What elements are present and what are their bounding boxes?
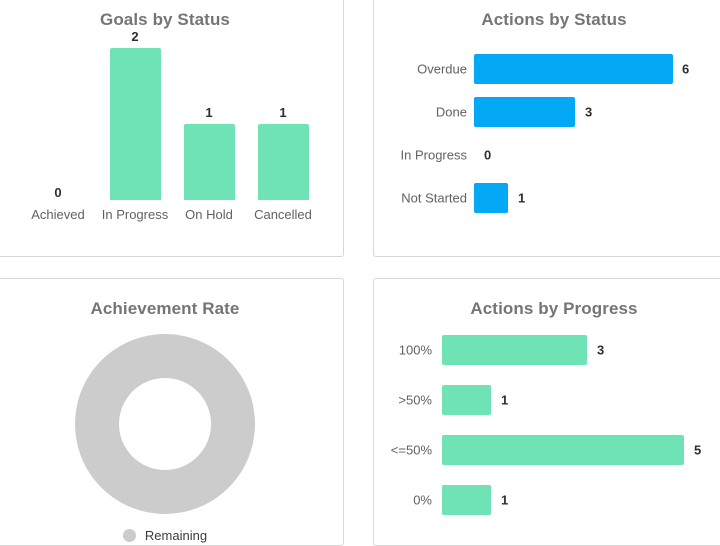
achievement-rate-chart: Remaining <box>0 279 343 545</box>
bar-value-done: 3 <box>585 105 592 120</box>
bar-label-in-progress: In Progress <box>98 207 172 222</box>
bar-lte50[interactable] <box>442 435 684 465</box>
card-goals-by-status: Goals by Status 0 Achieved 2 In Progress <box>0 0 344 257</box>
bar-label-gt50: >50% <box>374 393 432 408</box>
bar-in-progress[interactable] <box>110 48 161 200</box>
donut-legend: Remaining <box>0 528 343 543</box>
bar-not-started[interactable] <box>474 183 508 213</box>
bar-label-100: 100% <box>374 343 432 358</box>
card-actions-by-status: Actions by Status Overdue 6 Done 3 In Pr… <box>373 0 720 257</box>
bar-value-lte50: 5 <box>694 443 701 458</box>
bar-label-achieved: Achieved <box>21 207 95 222</box>
bar-on-hold[interactable] <box>184 124 235 200</box>
bar-overdue[interactable] <box>474 54 673 84</box>
bar-group-on-hold[interactable]: 1 On Hold <box>172 48 246 222</box>
bar-label-0: 0% <box>374 493 432 508</box>
bar-label-lte50: <=50% <box>374 443 432 458</box>
bar-value-achieved: 0 <box>21 185 95 200</box>
bar-row-gt50[interactable]: >50% 1 <box>374 383 720 417</box>
bar-0[interactable] <box>442 485 491 515</box>
bar-cancelled[interactable] <box>258 124 309 200</box>
bar-track-in-progress: 2 <box>98 48 172 200</box>
bar-value-overdue: 6 <box>682 62 689 77</box>
bar-track-achieved: 0 <box>21 48 95 200</box>
bar-value-100: 3 <box>597 343 604 358</box>
bar-value-in-progress: 0 <box>484 148 491 163</box>
bar-group-achieved[interactable]: 0 Achieved <box>21 48 95 222</box>
goals-by-status-chart: 0 Achieved 2 In Progress 1 On Hold <box>0 0 343 256</box>
donut-chart-container: Remaining <box>0 334 343 543</box>
bar-row-done[interactable]: Done 3 <box>374 95 720 129</box>
actions-by-status-chart: Overdue 6 Done 3 In Progress 0 Not Start… <box>374 0 720 256</box>
bar-group-in-progress[interactable]: 2 In Progress <box>98 48 172 222</box>
actions-by-progress-chart: 100% 3 >50% 1 <=50% 5 0% 1 <box>374 279 720 545</box>
bar-label-cancelled: Cancelled <box>246 207 320 222</box>
bar-row-0[interactable]: 0% 1 <box>374 483 720 517</box>
bar-track-cancelled: 1 <box>246 48 320 200</box>
bar-row-overdue[interactable]: Overdue 6 <box>374 52 720 86</box>
donut-center-hole <box>119 378 211 470</box>
donut-slice-remaining[interactable] <box>75 334 255 514</box>
bar-100[interactable] <box>442 335 587 365</box>
bar-label-not-started: Not Started <box>374 191 467 206</box>
bar-label-on-hold: On Hold <box>172 207 246 222</box>
bar-label-overdue: Overdue <box>374 62 467 77</box>
bar-label-in-progress: In Progress <box>374 148 467 163</box>
bar-value-cancelled: 1 <box>246 105 320 120</box>
bar-row-in-progress[interactable]: In Progress 0 <box>374 138 720 172</box>
bar-gt50[interactable] <box>442 385 491 415</box>
bar-group-cancelled[interactable]: 1 Cancelled <box>246 48 320 222</box>
bar-value-gt50: 1 <box>501 393 508 408</box>
card-actions-by-progress: Actions by Progress 100% 3 >50% 1 <=50% … <box>373 278 720 546</box>
legend-swatch-remaining-icon <box>123 529 136 542</box>
bar-value-not-started: 1 <box>518 191 525 206</box>
bar-row-lte50[interactable]: <=50% 5 <box>374 433 720 467</box>
legend-label-remaining[interactable]: Remaining <box>145 528 207 543</box>
bar-value-in-progress: 2 <box>98 29 172 44</box>
bar-done[interactable] <box>474 97 575 127</box>
bar-row-100[interactable]: 100% 3 <box>374 333 720 367</box>
dashboard: Goals by Status 0 Achieved 2 In Progress <box>0 0 720 529</box>
card-achievement-rate: Achievement Rate Remaining <box>0 278 344 546</box>
bar-value-on-hold: 1 <box>172 105 246 120</box>
bar-label-done: Done <box>374 105 467 120</box>
bar-row-not-started[interactable]: Not Started 1 <box>374 181 720 215</box>
bar-track-on-hold: 1 <box>172 48 246 200</box>
bar-value-0: 1 <box>501 493 508 508</box>
